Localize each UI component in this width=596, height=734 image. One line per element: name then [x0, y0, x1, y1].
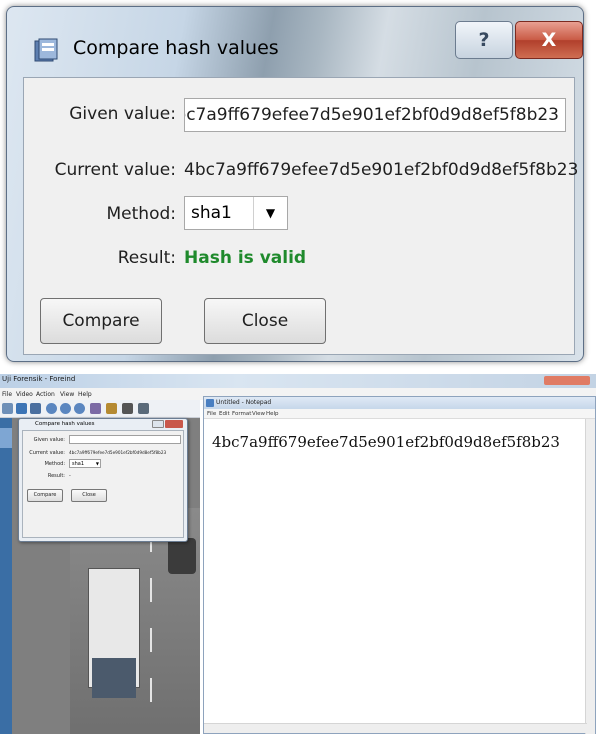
app-title: Uji Forensik - Foreind [2, 375, 76, 383]
window-controls[interactable] [544, 376, 590, 385]
small-method-select[interactable]: sha1 ▼ [69, 459, 101, 468]
method-selected-value: sha1 [191, 203, 232, 223]
notepad-menubar: File Edit Format View Help [204, 409, 595, 419]
small-help-button[interactable] [152, 420, 164, 428]
given-value-input[interactable]: 4bc7a9ff679efee7d5e901ef2bf0d9d8ef5f8b23 [184, 98, 566, 132]
notepad-title: Untitled - Notepad [216, 399, 272, 406]
small-dialog-client: Given value: Current value: 4bc7a9ff679e… [22, 430, 184, 538]
small-current-text: 4bc7a9ff679efee7d5e901ef2bf0d9d8ef5f8b23 [69, 450, 167, 455]
menu-action[interactable]: Action [36, 391, 55, 398]
side-panel-tab[interactable] [0, 428, 12, 448]
notepad-window: Untitled - Notepad File Edit Format View… [203, 396, 596, 734]
small-dialog-title: Compare hash values [35, 421, 95, 427]
lane-marking [150, 628, 152, 652]
side-panel-strip [0, 418, 12, 734]
dialog-titlebar: Compare hash values ? X [7, 7, 583, 77]
notepad-menu-file[interactable]: File [207, 411, 216, 417]
desktop-screenshot: Uji Forensik - Foreind File Video Action… [0, 374, 596, 734]
app-titlebar: Uji Forensik - Foreind [0, 374, 596, 388]
notepad-menu-format[interactable]: Format [232, 411, 251, 417]
notepad-vertical-scrollbar[interactable] [585, 419, 595, 734]
car-image [168, 538, 196, 574]
help-button[interactable]: ? [455, 21, 513, 59]
chevron-down-icon[interactable]: ▼ [96, 460, 99, 468]
home-icon[interactable] [2, 403, 13, 414]
compare-hash-dialog: Compare hash values ? X Given value: 4bc… [6, 6, 584, 362]
zoom-icon[interactable] [74, 403, 85, 414]
small-result-status: - [69, 473, 71, 479]
notepad-text-area[interactable]: 4bc7a9ff679efee7d5e901ef2bf0d9d8ef5f8b23 [212, 433, 560, 451]
lane-marking [150, 578, 152, 602]
method-select[interactable]: sha1 ▼ [184, 196, 288, 230]
small-given-label: Given value: [33, 437, 65, 443]
menu-file[interactable]: File [2, 391, 12, 398]
dialog-client-area: Given value: 4bc7a9ff679efee7d5e901ef2bf… [23, 77, 579, 355]
hand-icon[interactable] [106, 403, 117, 414]
given-value-label: Given value: [69, 104, 176, 124]
close-window-button[interactable]: X [515, 21, 583, 59]
small-given-input[interactable] [69, 435, 181, 444]
image-icon[interactable] [90, 403, 101, 414]
notepad-menu-view[interactable]: View [252, 411, 265, 417]
app-toolbar [0, 400, 200, 418]
app-icon [34, 38, 58, 62]
zoom-in-icon[interactable] [46, 403, 57, 414]
small-compare-button[interactable]: Compare [27, 489, 63, 502]
close-button[interactable]: Close [204, 298, 326, 344]
current-value-label: Current value: [54, 160, 176, 180]
method-label: Method: [106, 204, 177, 224]
notepad-menu-edit[interactable]: Edit [219, 411, 230, 417]
dialog-title: Compare hash values [73, 37, 279, 59]
zoom-out-icon[interactable] [60, 403, 71, 414]
menu-help[interactable]: Help [78, 391, 92, 398]
truck-cab-image [92, 658, 136, 698]
zoomed-dialog-panel: Compare hash values ? X Given value: 4bc… [0, 0, 596, 368]
notepad-icon [206, 399, 214, 407]
notepad-menu-help[interactable]: Help [266, 411, 279, 417]
result-status: Hash is valid [184, 248, 307, 268]
small-current-label: Current value: [29, 450, 65, 456]
small-close-window-button[interactable] [165, 420, 183, 428]
small-compare-hash-dialog: Compare hash values Given value: Current… [18, 418, 188, 542]
small-method-value: sha1 [72, 461, 85, 467]
menu-view[interactable]: View [60, 391, 74, 398]
house-icon[interactable] [16, 403, 27, 414]
small-close-button[interactable]: Close [71, 489, 107, 502]
small-method-label: Method: [44, 461, 65, 467]
chevron-down-icon[interactable]: ▼ [253, 197, 287, 229]
lane-marking [150, 678, 152, 702]
notepad-titlebar: Untitled - Notepad [204, 397, 595, 409]
small-result-label: Result: [47, 473, 65, 479]
result-label: Result: [117, 248, 176, 268]
film-icon[interactable] [122, 403, 133, 414]
current-value-text: 4bc7a9ff679efee7d5e901ef2bf0d9d8ef5f8b23 [184, 160, 579, 180]
given-value-text: 4bc7a9ff679efee7d5e901ef2bf0d9d8ef5f8b23 [184, 105, 559, 125]
settings-icon[interactable] [138, 403, 149, 414]
save-icon[interactable] [30, 403, 41, 414]
notepad-horizontal-scrollbar[interactable] [204, 723, 587, 733]
menu-video[interactable]: Video [16, 391, 33, 398]
compare-button[interactable]: Compare [40, 298, 162, 344]
